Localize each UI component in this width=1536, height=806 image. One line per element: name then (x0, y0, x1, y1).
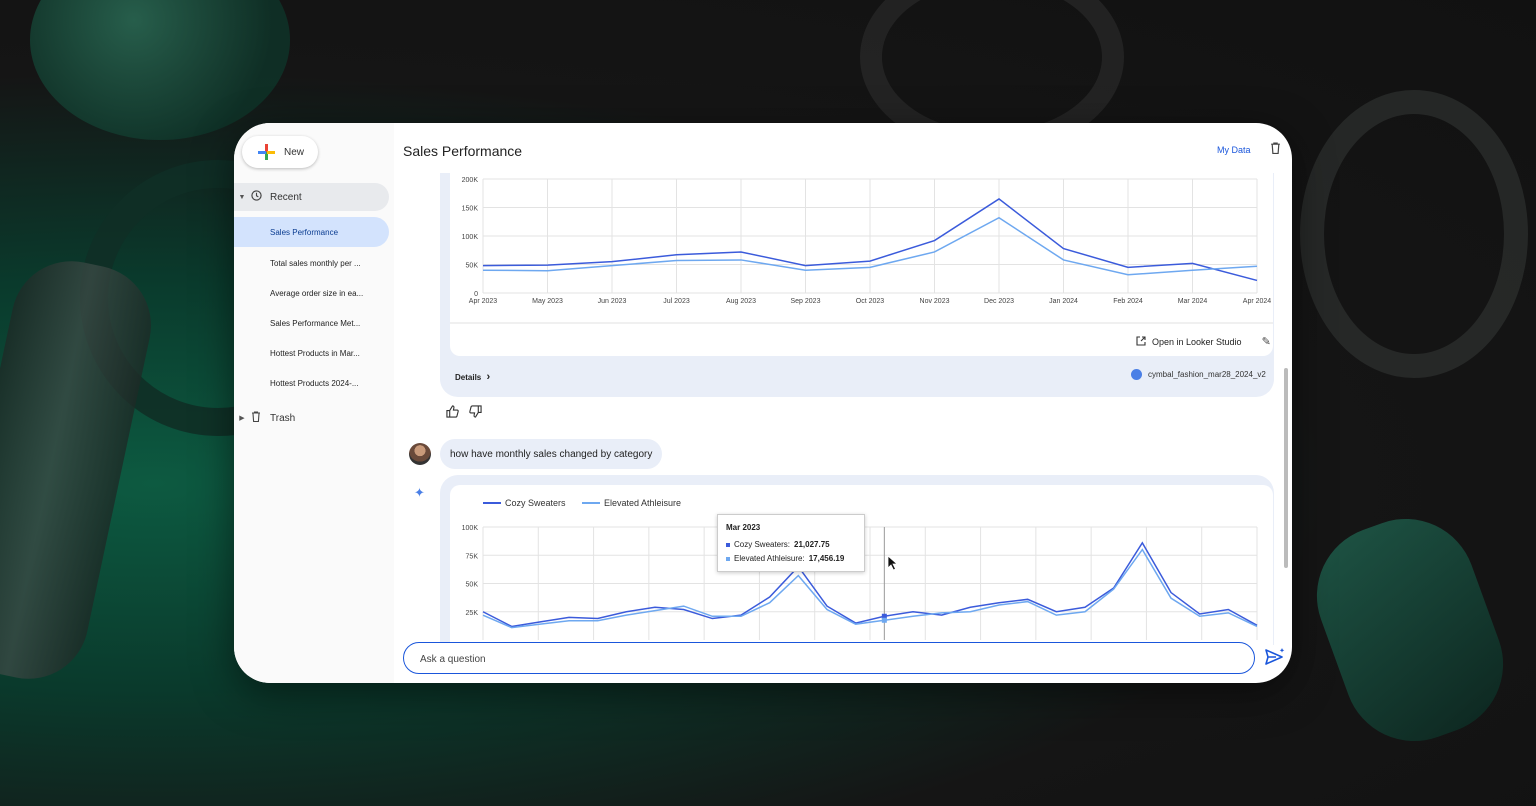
x-tick-label: Feb 2024 (1113, 298, 1143, 305)
series-marker (726, 556, 730, 561)
page-title: Sales Performance (403, 143, 523, 159)
sales-line-chart-svg: 0 50K 100K 150K 200K Apr 2023 May 2023 Jun 2023… (450, 177, 1273, 324)
sidebar-item[interactable]: Hottest Products 2024-... (270, 372, 388, 394)
x-tick-label: Jun 2023 (598, 298, 627, 305)
tooltip-row-label: Elevated Athleisure: (734, 554, 805, 563)
sidebar-item[interactable]: Average order size in ea... (270, 282, 388, 304)
sidebar-section-recent[interactable]: ▼ Recent (234, 183, 389, 211)
scrollbar[interactable] (1284, 368, 1288, 568)
external-link-icon (1136, 335, 1146, 348)
legend-label: Elevated Athleisure (604, 498, 681, 508)
y-tick-label: 25K (466, 610, 479, 617)
sidebar: New ▼ Recent Sales Performance Total sal… (234, 123, 394, 683)
details-toggle[interactable]: Details › (455, 371, 490, 383)
y-tick-label: 150K (462, 206, 479, 213)
pencil-icon[interactable]: ✎ (1262, 335, 1271, 348)
tooltip-row-label: Cozy Sweaters: (734, 540, 791, 549)
hover-point (881, 617, 887, 623)
x-tick-label: Apr 2023 (469, 298, 498, 305)
open-in-looker-label: Open in Looker Studio (1152, 336, 1242, 347)
ask-field[interactable] (403, 642, 1255, 674)
x-tick-label: Oct 2023 (856, 298, 885, 305)
sidebar-item[interactable]: Sales Performance Met... (270, 312, 388, 334)
response-card: 0 50K 100K 150K 200K Apr 2023 May 2023 Jun 2023… (440, 173, 1274, 397)
open-in-looker-button[interactable]: Open in Looker Studio ✎ (1136, 335, 1271, 348)
x-tick-label: Sep 2023 (791, 298, 821, 305)
new-button-label: New (284, 146, 305, 158)
background-shape (1297, 499, 1523, 761)
bigquery-icon (1131, 369, 1142, 380)
background-shape (30, 0, 290, 140)
background-shape (0, 250, 163, 690)
my-data-link[interactable]: My Data (1217, 145, 1251, 155)
tooltip-row: Elevated Athleisure: 17,456.19 (726, 554, 844, 563)
x-tick-label: Jan 2024 (1049, 298, 1078, 305)
y-tick-label: 200K (462, 177, 479, 184)
sparkle-icon: ✦ (414, 485, 425, 500)
trash-icon (248, 411, 264, 425)
x-tick-label: Mar 2024 (1178, 298, 1208, 305)
sidebar-item[interactable]: Hottest Products in Mar... (270, 342, 388, 364)
y-tick-label: 50K (466, 263, 479, 270)
tooltip-row: Cozy Sweaters: 21,027.75 (726, 540, 830, 549)
delete-icon[interactable] (1270, 142, 1281, 157)
tooltip-row-value: 17,456.19 (808, 554, 845, 563)
sidebar-section-trash[interactable]: ▶ Trash (234, 404, 389, 432)
chart-tooltip: Mar 2023 Cozy Sweaters: 21,027.75 Elevat… (717, 514, 865, 572)
y-tick-label: 50K (466, 582, 479, 589)
series-marker (726, 542, 730, 547)
ask-input[interactable] (418, 650, 1222, 668)
new-button[interactable]: New (242, 136, 318, 168)
thumbs-up-icon[interactable] (446, 405, 459, 421)
app-window: New ▼ Recent Sales Performance Total sal… (234, 123, 1292, 683)
y-tick-label: 100K (462, 234, 479, 241)
sidebar-item[interactable]: Total sales monthly per ... (270, 252, 388, 274)
x-tick-label: Nov 2023 (920, 298, 950, 305)
tooltip-title: Mar 2023 (726, 523, 761, 532)
caret-right-icon: ▶ (239, 415, 245, 422)
y-tick-label: 75K (466, 553, 479, 560)
background-shape (1300, 90, 1528, 378)
legend-label: Cozy Sweaters (505, 498, 566, 508)
feedback-buttons (446, 405, 482, 421)
plus-icon (252, 136, 282, 168)
thumbs-down-icon[interactable] (469, 405, 482, 421)
sales-line-chart: 0 50K 100K 150K 200K Apr 2023 May 2023 Jun 2023… (450, 173, 1273, 356)
chevron-right-icon: › (486, 371, 491, 383)
recent-label: Recent (270, 191, 302, 203)
trash-label: Trash (270, 412, 296, 424)
tooltip-row-value: 21,027.75 (794, 540, 830, 549)
clock-icon (248, 190, 264, 204)
x-tick-label: Aug 2023 (726, 298, 756, 305)
x-tick-label: Dec 2023 (984, 298, 1014, 305)
x-tick-label: May 2023 (532, 298, 563, 305)
x-tick-label: Apr 2024 (1243, 298, 1272, 305)
dataset-label: cymbal_fashion_mar28_2024_v2 (1148, 370, 1266, 379)
avatar (409, 443, 431, 465)
caret-down-icon: ▼ (238, 193, 246, 201)
send-icon[interactable] (1264, 646, 1286, 668)
y-tick-label: 100K (462, 525, 479, 532)
x-tick-label: Jul 2023 (663, 298, 690, 305)
details-label: Details (455, 373, 482, 382)
dataset-chip[interactable]: cymbal_fashion_mar28_2024_v2 (1131, 369, 1266, 380)
y-tick-label: 0 (474, 291, 478, 298)
mouse-cursor-icon (887, 555, 899, 576)
user-message: how have monthly sales changed by catego… (440, 439, 662, 469)
sidebar-item[interactable]: Sales Performance (234, 217, 389, 247)
